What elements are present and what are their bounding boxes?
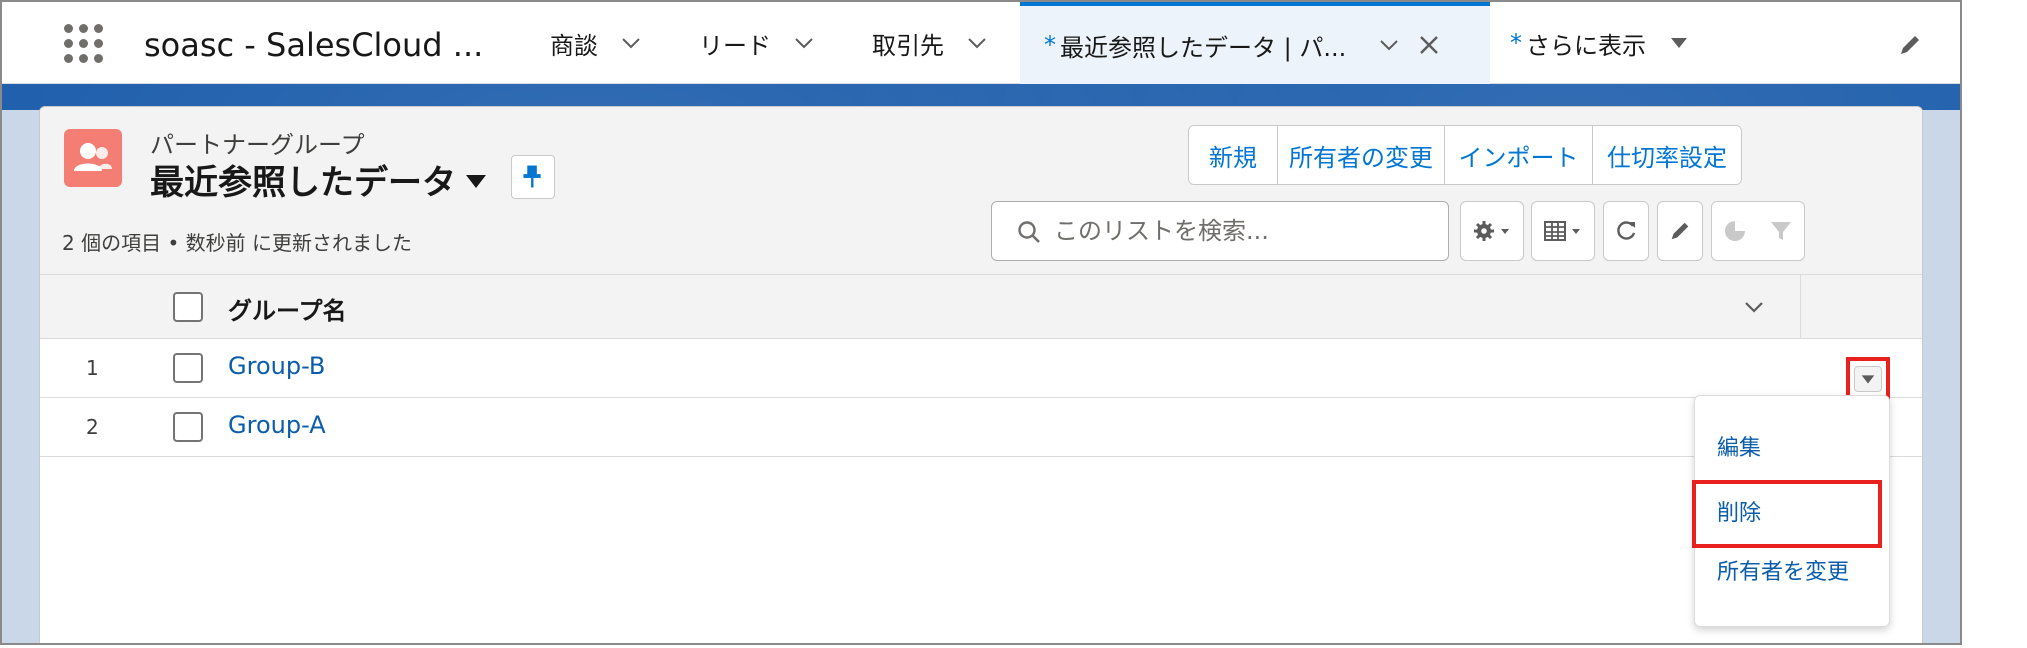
nav-tab-lead[interactable]: リード: [699, 2, 817, 84]
caret-down-icon[interactable]: [1666, 30, 1692, 56]
list-search-box[interactable]: [991, 201, 1449, 261]
change-owner-button[interactable]: 所有者の変更: [1278, 126, 1445, 184]
column-divider: [1800, 275, 1801, 339]
list-view-card: パートナーグループ 最近参照したデータ 新規 所有者の変更 インポート 仕切率設…: [39, 106, 1923, 643]
new-button[interactable]: 新規: [1189, 126, 1278, 184]
unsaved-marker: *: [1044, 31, 1056, 59]
caret-down-icon: [1861, 375, 1875, 384]
list-actions-group: 新規 所有者の変更 インポート 仕切率設定: [1188, 125, 1742, 185]
highlight-box: [1692, 480, 1882, 548]
select-all-checkbox[interactable]: [173, 292, 203, 322]
table-row: 1 Group-B: [40, 340, 1922, 398]
chevron-down-icon[interactable]: [791, 30, 817, 56]
inline-edit-button[interactable]: [1657, 201, 1703, 261]
nav-tab-opportunity[interactable]: 商談: [550, 2, 644, 84]
list-view-header: パートナーグループ 最近参照したデータ 新規 所有者の変更 インポート 仕切率設…: [40, 107, 1922, 275]
nav-tab-more[interactable]: * さらに表示: [1510, 2, 1692, 84]
unsaved-marker: *: [1510, 29, 1522, 57]
nav-tab-label: さらに表示: [1526, 31, 1646, 60]
column-header-group-name[interactable]: グループ名: [228, 291, 347, 326]
row-number: 2: [86, 415, 99, 439]
row-checkbox[interactable]: [173, 353, 203, 383]
list-view-switcher-icon[interactable]: [463, 169, 489, 193]
menu-item-change-owner[interactable]: 所有者を変更: [1695, 551, 1889, 595]
list-status-text: 2 個の項目 • 数秒前 に更新されました: [62, 231, 412, 255]
filter-icon[interactable]: [1768, 218, 1794, 244]
list-settings-button[interactable]: [1460, 201, 1524, 261]
search-icon: [1018, 221, 1040, 243]
row-checkbox[interactable]: [173, 412, 203, 442]
gear-icon: [1474, 221, 1509, 241]
partner-group-icon: [64, 129, 122, 187]
pin-list-button[interactable]: [511, 155, 555, 199]
chart-filter-button-group: [1711, 201, 1805, 261]
nav-tab-label: 最近参照したデータ | パ...: [1060, 33, 1347, 62]
list-view-title: 最近参照したデータ: [150, 163, 456, 203]
nav-tab-label: リード: [699, 31, 771, 60]
nav-tab-label: 取引先: [872, 31, 944, 60]
group-name-link[interactable]: Group-B: [228, 352, 325, 380]
nav-tab-label: 商談: [550, 31, 598, 60]
row-number: 1: [86, 356, 99, 380]
chart-icon[interactable]: [1722, 218, 1748, 244]
nav-tab-recent-partner-groups[interactable]: * 最近参照したデータ | パ...: [1020, 2, 1490, 84]
chevron-down-icon[interactable]: [1376, 32, 1402, 58]
global-nav-bar: soasc - SalesCloud ... 商談 リード 取引先 * 最近参照…: [2, 2, 1960, 84]
group-name-link[interactable]: Group-A: [228, 411, 326, 439]
display-as-button[interactable]: [1531, 201, 1595, 261]
app-name: soasc - SalesCloud ...: [144, 26, 484, 64]
menu-item-edit[interactable]: 編集: [1695, 427, 1889, 471]
chevron-down-icon[interactable]: [1740, 293, 1768, 321]
close-icon[interactable]: [1416, 32, 1442, 58]
refresh-icon: [1617, 221, 1636, 240]
app-launcher-icon[interactable]: [60, 20, 108, 68]
browser-frame: soasc - SalesCloud ... 商談 リード 取引先 * 最近参照…: [0, 0, 1962, 645]
table-row: 2 Group-A: [40, 399, 1922, 457]
edit-icon[interactable]: [1897, 32, 1923, 58]
chevron-down-icon[interactable]: [618, 30, 644, 56]
chevron-down-icon[interactable]: [964, 30, 990, 56]
refresh-button[interactable]: [1603, 201, 1649, 261]
search-input[interactable]: [1054, 212, 1434, 250]
table-header-row: グループ名: [40, 275, 1922, 339]
nav-tab-account[interactable]: 取引先: [872, 2, 990, 84]
margin-rate-settings-button[interactable]: 仕切率設定: [1593, 126, 1741, 184]
row-actions-trigger[interactable]: [1854, 366, 1882, 392]
import-button[interactable]: インポート: [1445, 126, 1593, 184]
pin-icon: [523, 165, 541, 188]
table-icon: [1544, 221, 1580, 241]
edit-icon: [1671, 222, 1689, 240]
